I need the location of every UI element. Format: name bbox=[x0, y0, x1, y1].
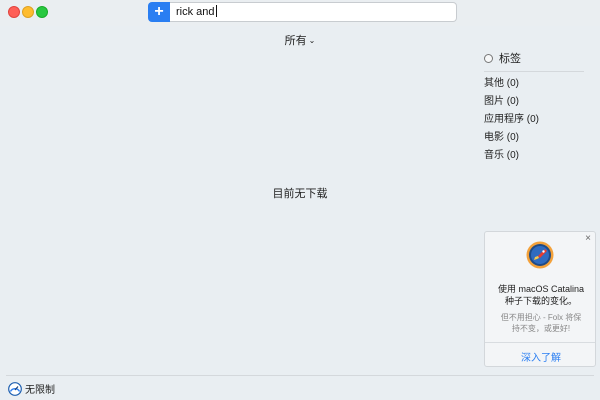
speedometer-icon bbox=[8, 381, 22, 396]
tags-header[interactable]: 标签 bbox=[484, 50, 584, 72]
category-other[interactable]: 其他 (0) bbox=[484, 77, 584, 90]
filter-label: 所有 bbox=[284, 35, 307, 47]
search-input-value: rick and bbox=[176, 6, 215, 18]
promo-title-line1: 使用 macOS Catalina bbox=[497, 284, 585, 294]
promo-subtitle: 但不用担心 - Folx 将保 持不变，或更好! bbox=[485, 312, 597, 334]
text-caret bbox=[215, 5, 217, 17]
close-window-button[interactable] bbox=[8, 6, 20, 18]
sidebar: 标签 其他 (0) 图片 (0) 应用程序 (0) 电影 (0) 音乐 (0) bbox=[484, 50, 584, 162]
search-input[interactable]: rick and bbox=[170, 2, 457, 22]
tags-radio-icon[interactable] bbox=[484, 53, 493, 63]
close-icon[interactable]: × bbox=[585, 233, 591, 244]
category-images[interactable]: 图片 (0) bbox=[484, 95, 584, 108]
promo-subtitle-line1: 但不用担心 - Folx 将保 bbox=[500, 313, 582, 322]
add-download-button[interactable]: + bbox=[148, 2, 170, 22]
footer-divider bbox=[6, 375, 594, 376]
category-movies[interactable]: 电影 (0) bbox=[484, 131, 584, 144]
promo-panel: × 使用 macOS Catalina 种子下载的变化。 但不用担心 - Fol… bbox=[484, 231, 596, 367]
category-applications[interactable]: 应用程序 (0) bbox=[484, 113, 584, 126]
title-bar: + rick and bbox=[0, 0, 600, 26]
zoom-window-button[interactable] bbox=[36, 6, 48, 18]
empty-downloads-message: 目前无下载 bbox=[272, 188, 328, 200]
speed-limit-label: 无限制 bbox=[25, 385, 55, 396]
promo-subtitle-line2: 持不变，或更好! bbox=[511, 324, 571, 333]
promo-title-line2: 种子下载的变化。 bbox=[504, 296, 577, 306]
minimize-window-button[interactable] bbox=[22, 6, 34, 18]
tags-label: 标签 bbox=[499, 53, 521, 65]
filter-dropdown[interactable]: 所有 ⌄ bbox=[0, 32, 600, 48]
promo-divider bbox=[485, 342, 595, 343]
promo-title: 使用 macOS Catalina 种子下载的变化。 bbox=[485, 283, 597, 307]
folx-rocket-icon bbox=[526, 241, 554, 269]
learn-more-link[interactable]: 深入了解 bbox=[485, 349, 597, 364]
chevron-down-icon: ⌄ bbox=[308, 36, 316, 45]
category-music[interactable]: 音乐 (0) bbox=[484, 149, 584, 162]
speed-limit-control[interactable]: 无限制 bbox=[8, 381, 55, 396]
plus-icon: + bbox=[154, 3, 164, 20]
